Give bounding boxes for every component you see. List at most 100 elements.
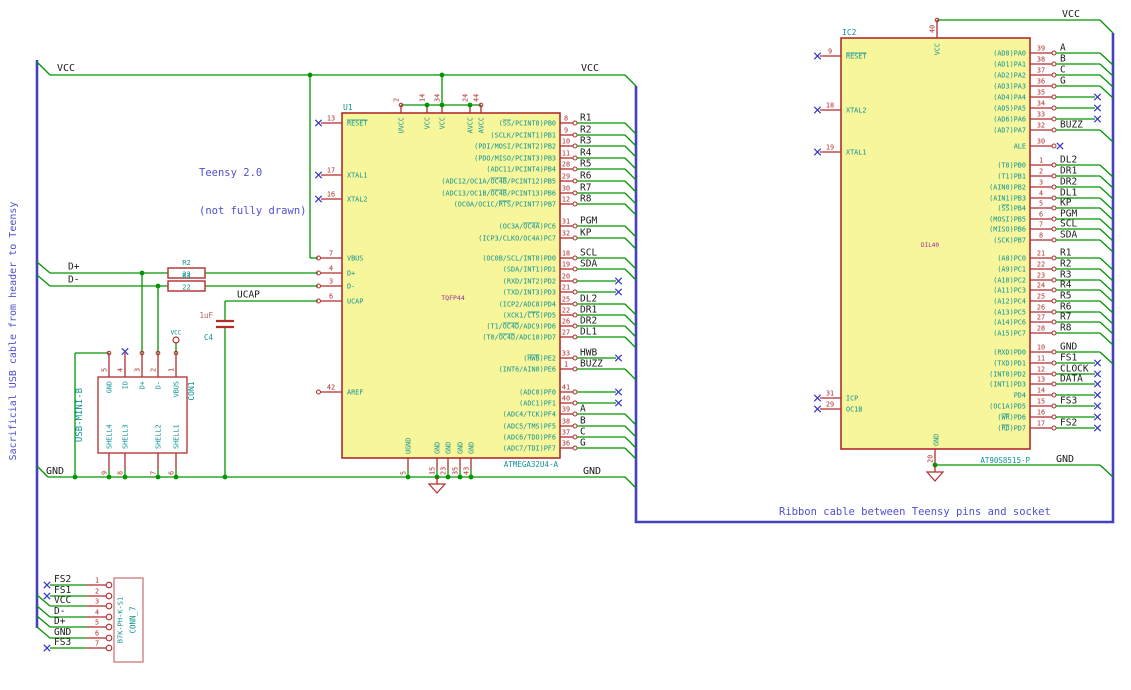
net-label: B [580,415,586,426]
wire [624,436,637,449]
pin-end-circle [1051,403,1057,409]
c4-value: 1uF [199,311,213,320]
pin-end-circle [572,255,578,261]
pin-number: 33 [562,349,570,357]
wire [36,274,51,287]
wire [36,261,51,274]
pin-name: (A14)PC6 [993,319,1026,327]
net-label: B [1060,53,1066,64]
pin-name: (MOSI)PB5 [989,216,1026,224]
pin-number: 37 [562,428,570,436]
pin-name: SHELL3 [122,424,130,449]
pin-number: 9 [828,47,832,55]
wire [624,368,637,381]
pin-name: (OC0B/SCL/INT0)PD0 [482,255,556,263]
r2-ref: R2 [182,259,190,267]
net-label: D+ [54,616,66,627]
wire [1099,268,1114,282]
ic2-value: AT90S8515-P [980,456,1030,465]
pin-number: 33 [1037,110,1045,118]
wire [1099,300,1114,314]
wire [36,61,51,76]
note-ribbon-cable: Ribbon cable between Teensy pins and soc… [779,506,1051,518]
wire [624,325,637,338]
pin-end-circle [1051,425,1057,431]
pin-number: 4 [329,264,333,272]
pin-name: (OC0A/OC1C/RTS/PCINT7)PB7 [454,201,556,209]
junction-dot [139,270,145,276]
wire [624,425,637,438]
pin-name: D+ [347,270,355,278]
pin-number: 36 [1037,77,1045,85]
pin-number: 41 [562,383,570,391]
note-teensy-line2: (not fully drawn) [199,204,307,217]
pin-name: (A11)PC3 [993,287,1026,295]
gnd-label: GND [583,466,601,477]
pin-end-circle [572,389,578,395]
net-label: SCL [580,247,597,258]
pin-name: SHELL2 [155,424,163,449]
pin-end-circle [1051,143,1057,149]
pin-name: (SS/PCINT0)PB0 [499,120,556,128]
pin-end-circle [1051,349,1057,355]
pin-number: 34 [434,94,442,102]
pin-number: 1 [564,360,568,368]
pin-number: 19 [826,143,834,151]
pin-number: 37 [1037,66,1045,74]
pin-end-circle [572,178,578,184]
pin-end-circle [572,120,578,126]
net-label: R5 [580,158,591,169]
net-label: R1 [1060,247,1072,258]
pin-number: 31 [562,217,570,225]
junction-dot [72,474,78,480]
junction-dot [468,474,474,480]
pin-end-circle [1051,105,1057,111]
pin-end-circle [105,602,113,610]
pin-number: 3 [1039,178,1043,186]
wire [624,157,637,170]
pin-number: 17 [327,166,335,174]
pin-end-circle [572,289,578,295]
pin-name: XTAL1 [347,172,367,180]
pin-number: 11 [1037,354,1045,362]
pin-name: (ADC6/TDO)PF6 [503,434,556,442]
pin-number: 5 [95,619,99,627]
pin-name: (ICP3/CLKO/OC4A)PC7 [478,235,556,243]
wire [1099,19,1114,34]
c4-ref: C4 [204,333,214,342]
pin-number: 27 [1037,313,1045,321]
pin-number: 2 [393,98,401,102]
pin-name: (A12)PC4 [993,298,1026,306]
pin-number: 25 [1037,292,1045,300]
wire [624,336,637,349]
gnd-label: GND [1056,454,1074,465]
pin-end-circle [1051,360,1057,366]
pin-number: 18 [562,249,570,257]
pin-number: 1 [1039,156,1043,164]
pin-name: (AD4)PA4 [993,94,1026,102]
junction-dot [445,474,451,480]
pin-name: (XCK1/CTS)PD5 [503,312,556,320]
pin-end-circle [1051,94,1057,100]
pin-name: VBUS [173,381,181,397]
net-label: BUZZ [1060,119,1083,130]
wire [1099,129,1114,143]
pin-number: 32 [1037,121,1045,129]
pin-name: (ICP2/ADC8)PD4 [499,301,556,309]
dminus-label: D- [68,275,79,286]
pin-name: (SS)PB4 [997,205,1026,213]
pin-number: 13 [1037,375,1045,383]
pin-name: VCC [424,117,432,129]
pin-name: (ADC11/PCINT4)PB4 [486,166,556,174]
net-label: A [1060,42,1066,53]
pin-number: 11 [562,149,570,157]
conn1-ref: CON1 [187,381,196,400]
pin-number: 8 [1039,231,1043,239]
pin-number: 6 [168,471,176,475]
pin-number: 22 [562,306,570,314]
pin-name: GND [933,434,941,446]
pin-number: 5 [1039,199,1043,207]
pin-number: 21 [562,283,570,291]
pin-end-circle [1051,266,1057,272]
pin-end-circle [572,312,578,318]
